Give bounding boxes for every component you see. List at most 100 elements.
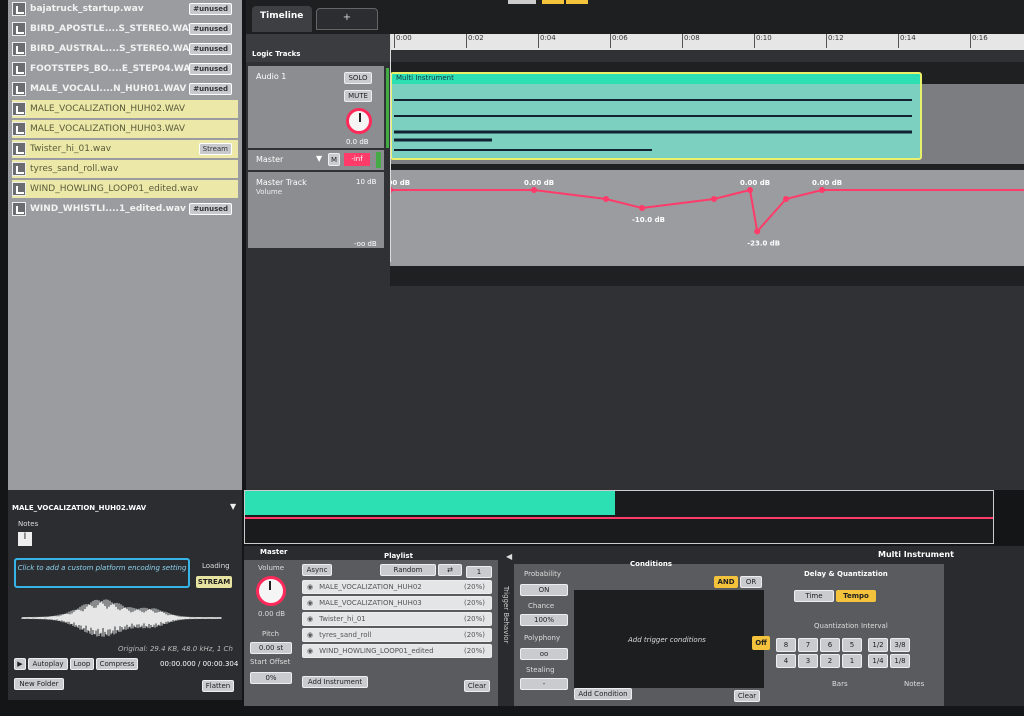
bar-button[interactable]: 5 (842, 638, 862, 652)
compress-button[interactable]: Compress (96, 658, 138, 670)
ruler-tick: 0:14 (898, 34, 916, 48)
overview-strip[interactable] (244, 490, 994, 544)
automation-point[interactable] (747, 187, 753, 193)
file-item[interactable]: WIND_WHISTLI....1_edited.wav #unused (12, 200, 238, 218)
bar-button[interactable]: 8 (776, 638, 796, 652)
bar-button[interactable]: 3 (798, 654, 818, 668)
file-item[interactable]: BIRD_AUSTRAL....S_STEREO.WAV #unused (12, 40, 238, 58)
bar-button[interactable]: 2 (820, 654, 840, 668)
automation-point[interactable] (711, 196, 717, 202)
polyphony-label: Polyphony (524, 634, 561, 642)
note-button[interactable]: 1/4 (868, 654, 888, 668)
notes-label: Notes (18, 520, 39, 528)
play-circle-icon[interactable]: ◉ (307, 631, 313, 639)
volume-db: 0.00 dB (258, 610, 286, 618)
conditions-clear-button[interactable]: Clear (734, 690, 760, 702)
volume-knob[interactable] (256, 576, 286, 606)
probability-toggle[interactable]: ON (520, 584, 568, 596)
tempo-button[interactable]: Tempo (836, 590, 876, 602)
and-button[interactable]: AND (714, 576, 738, 588)
new-folder-button[interactable]: New Folder (14, 678, 64, 690)
trigger-conditions-area[interactable]: Add trigger conditions (574, 590, 764, 688)
collapse-left-icon[interactable]: ◀ (506, 552, 512, 561)
add-tab-button[interactable]: + (316, 8, 378, 30)
play-circle-icon[interactable]: ◉ (307, 599, 313, 607)
preview-panel: MALE_VOCALIZATION_HUH02.WAV ▼ Notes I Cl… (8, 490, 242, 700)
tab-timeline[interactable]: Timeline (252, 6, 312, 32)
playlist-item[interactable]: ◉ Twister_hi_01 (20%) (302, 612, 492, 626)
file-item[interactable]: MALE_VOCALI....N_HUH01.WAV #unused (12, 80, 238, 98)
file-item[interactable]: tyres_sand_roll.wav (12, 160, 238, 178)
toolbar-button-active-2[interactable] (566, 0, 588, 4)
async-button[interactable]: Async (302, 564, 332, 576)
time-button[interactable]: Time (794, 590, 834, 602)
playlist-item[interactable]: ◉ tyres_sand_roll (20%) (302, 628, 492, 642)
preview-filename: MALE_VOCALIZATION_HUH02.WAV (12, 504, 147, 512)
file-item[interactable]: MALE_VOCALIZATION_HUH03.WAV (12, 120, 238, 138)
stream-button[interactable]: STREAM (196, 576, 232, 588)
loop-button[interactable]: Loop (70, 658, 94, 670)
audio-volume-knob[interactable] (346, 108, 372, 134)
bar-button[interactable]: 7 (798, 638, 818, 652)
text-cursor-icon[interactable]: I (18, 532, 32, 546)
or-button[interactable]: OR (740, 576, 762, 588)
file-item[interactable]: Twister_hi_01.wav Stream (12, 140, 238, 158)
playlist-item[interactable]: ◉ WIND_HOWLING_LOOP01_edited (20%) (302, 644, 492, 658)
encoding-setting-button[interactable]: Click to add a custom platform encoding … (14, 558, 190, 588)
file-item[interactable]: WIND_HOWLING_LOOP01_edited.wav (12, 180, 238, 198)
playlist-item[interactable]: ◉ MALE_VOCALIZATION_HUH02 (20%) (302, 580, 492, 594)
automation-point[interactable] (754, 228, 761, 235)
ruler-tick: 0:12 (826, 34, 844, 48)
file-name: WIND_HOWLING_LOOP01_edited.wav (30, 184, 199, 194)
master-mute-button[interactable]: M (328, 153, 340, 166)
count-field[interactable]: 1 (466, 566, 492, 578)
playhead[interactable] (390, 34, 391, 262)
master-level[interactable]: -inf (344, 153, 370, 166)
timeline-ruler[interactable]: 0:00 0:02 0:04 0:06 0:08 0:10 0:12 0:14 0:16 (390, 34, 1024, 50)
solo-button[interactable]: SOLO (344, 72, 372, 84)
chevron-down-icon[interactable]: ▼ (316, 154, 322, 163)
autoplay-button[interactable]: Autoplay (28, 658, 68, 670)
automation-point[interactable] (531, 187, 537, 193)
file-item[interactable]: FOOTSTEPS_BO....E_STEP04.WAV #unused (12, 60, 238, 78)
play-circle-icon[interactable]: ◉ (307, 583, 313, 591)
automation-point[interactable] (639, 205, 645, 211)
play-circle-icon[interactable]: ◉ (307, 647, 313, 655)
bar-button[interactable]: 1 (842, 654, 862, 668)
playlist-item[interactable]: ◉ MALE_VOCALIZATION_HUH03 (20%) (302, 596, 492, 610)
mute-button[interactable]: MUTE (344, 90, 372, 102)
pitch-field[interactable]: 0.00 st (250, 642, 292, 654)
stealing-select[interactable]: - (520, 678, 568, 690)
automation-curve[interactable]: 0.00 dB 0.00 dB -10.0 dB 0.00 dB -23.0 dB 0.0… (390, 170, 1024, 266)
file-item[interactable]: BIRD_APOSTLE....S_STEREO.WAV #unused (12, 20, 238, 38)
note-button[interactable]: 3/8 (890, 638, 910, 652)
start-offset-field[interactable]: 0% (250, 672, 292, 684)
automation-point[interactable] (783, 196, 789, 202)
file-item[interactable]: MALE_VOCALIZATION_HUH02.WAV (12, 100, 238, 118)
play-icon[interactable]: ▶ (14, 658, 26, 670)
bar-button[interactable]: 4 (776, 654, 796, 668)
add-instrument-button[interactable]: Add Instrument (302, 676, 368, 688)
automation-point[interactable] (603, 196, 609, 202)
playlist-clear-button[interactable]: Clear (464, 680, 490, 692)
note-button[interactable]: 1/2 (868, 638, 888, 652)
automation-label: 0.00 dB (812, 179, 842, 187)
polyphony-field[interactable]: oo (520, 648, 568, 660)
automation-point[interactable] (819, 187, 825, 193)
play-circle-icon[interactable]: ◉ (307, 615, 313, 623)
quant-off-button[interactable]: Off (752, 636, 770, 650)
random-select[interactable]: Random (380, 564, 436, 576)
bar-button[interactable]: 6 (820, 638, 840, 652)
file-item[interactable]: bajatruck_startup.wav #unused (12, 0, 238, 18)
waveform-preview (21, 599, 222, 637)
flatten-button[interactable]: Flatten (202, 680, 234, 692)
chevron-down-icon[interactable]: ▼ (230, 502, 236, 511)
toolbar-button-active[interactable] (542, 0, 564, 4)
chance-field[interactable]: 100% (520, 614, 568, 626)
playlist-item-name: MALE_VOCALIZATION_HUH03 (319, 599, 422, 607)
toolbar-button[interactable] (508, 0, 536, 4)
note-button[interactable]: 1/8 (890, 654, 910, 668)
repeat-icon[interactable]: ⇄ (438, 564, 462, 576)
add-condition-button[interactable]: Add Condition (574, 688, 632, 700)
multi-instrument-region[interactable]: Multi Instrument (390, 72, 922, 160)
